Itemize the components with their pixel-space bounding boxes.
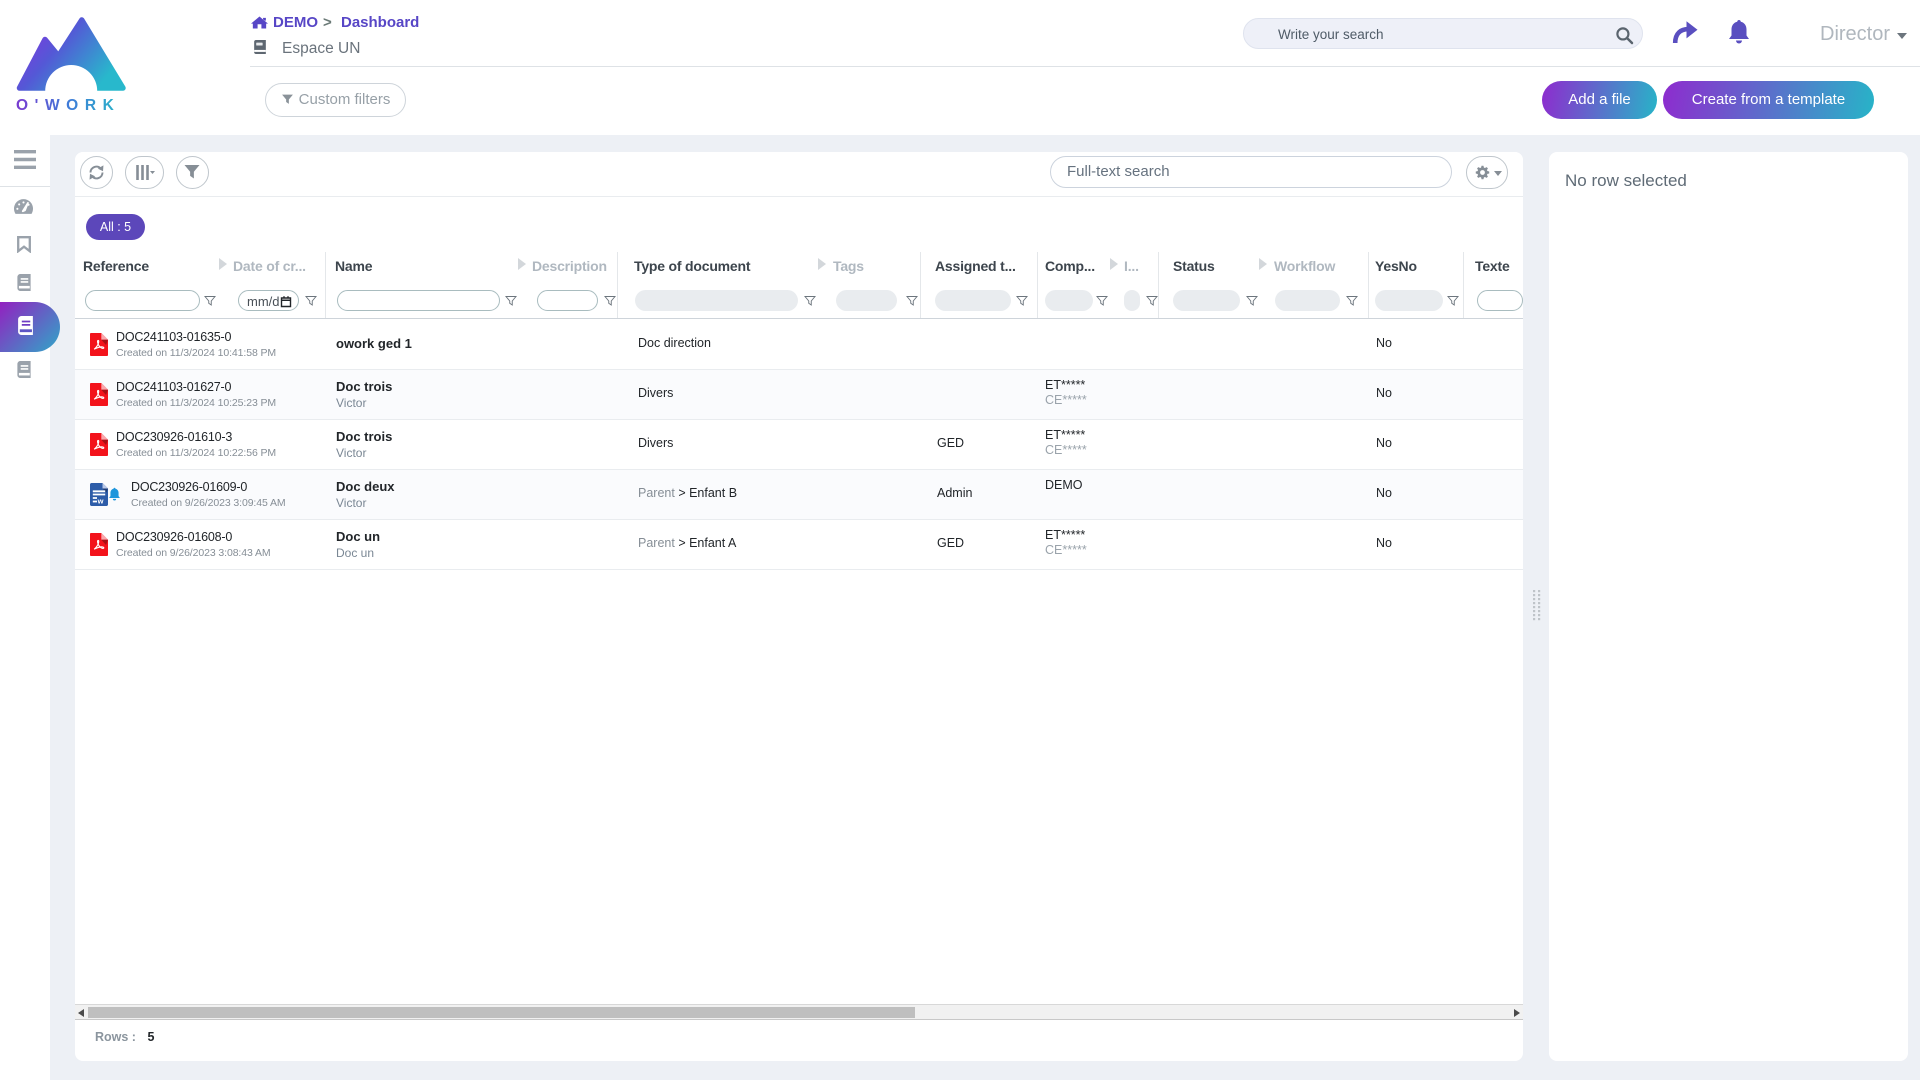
svg-text:w: w <box>97 497 104 506</box>
svg-text:O'WORK: O'WORK <box>16 97 120 114</box>
